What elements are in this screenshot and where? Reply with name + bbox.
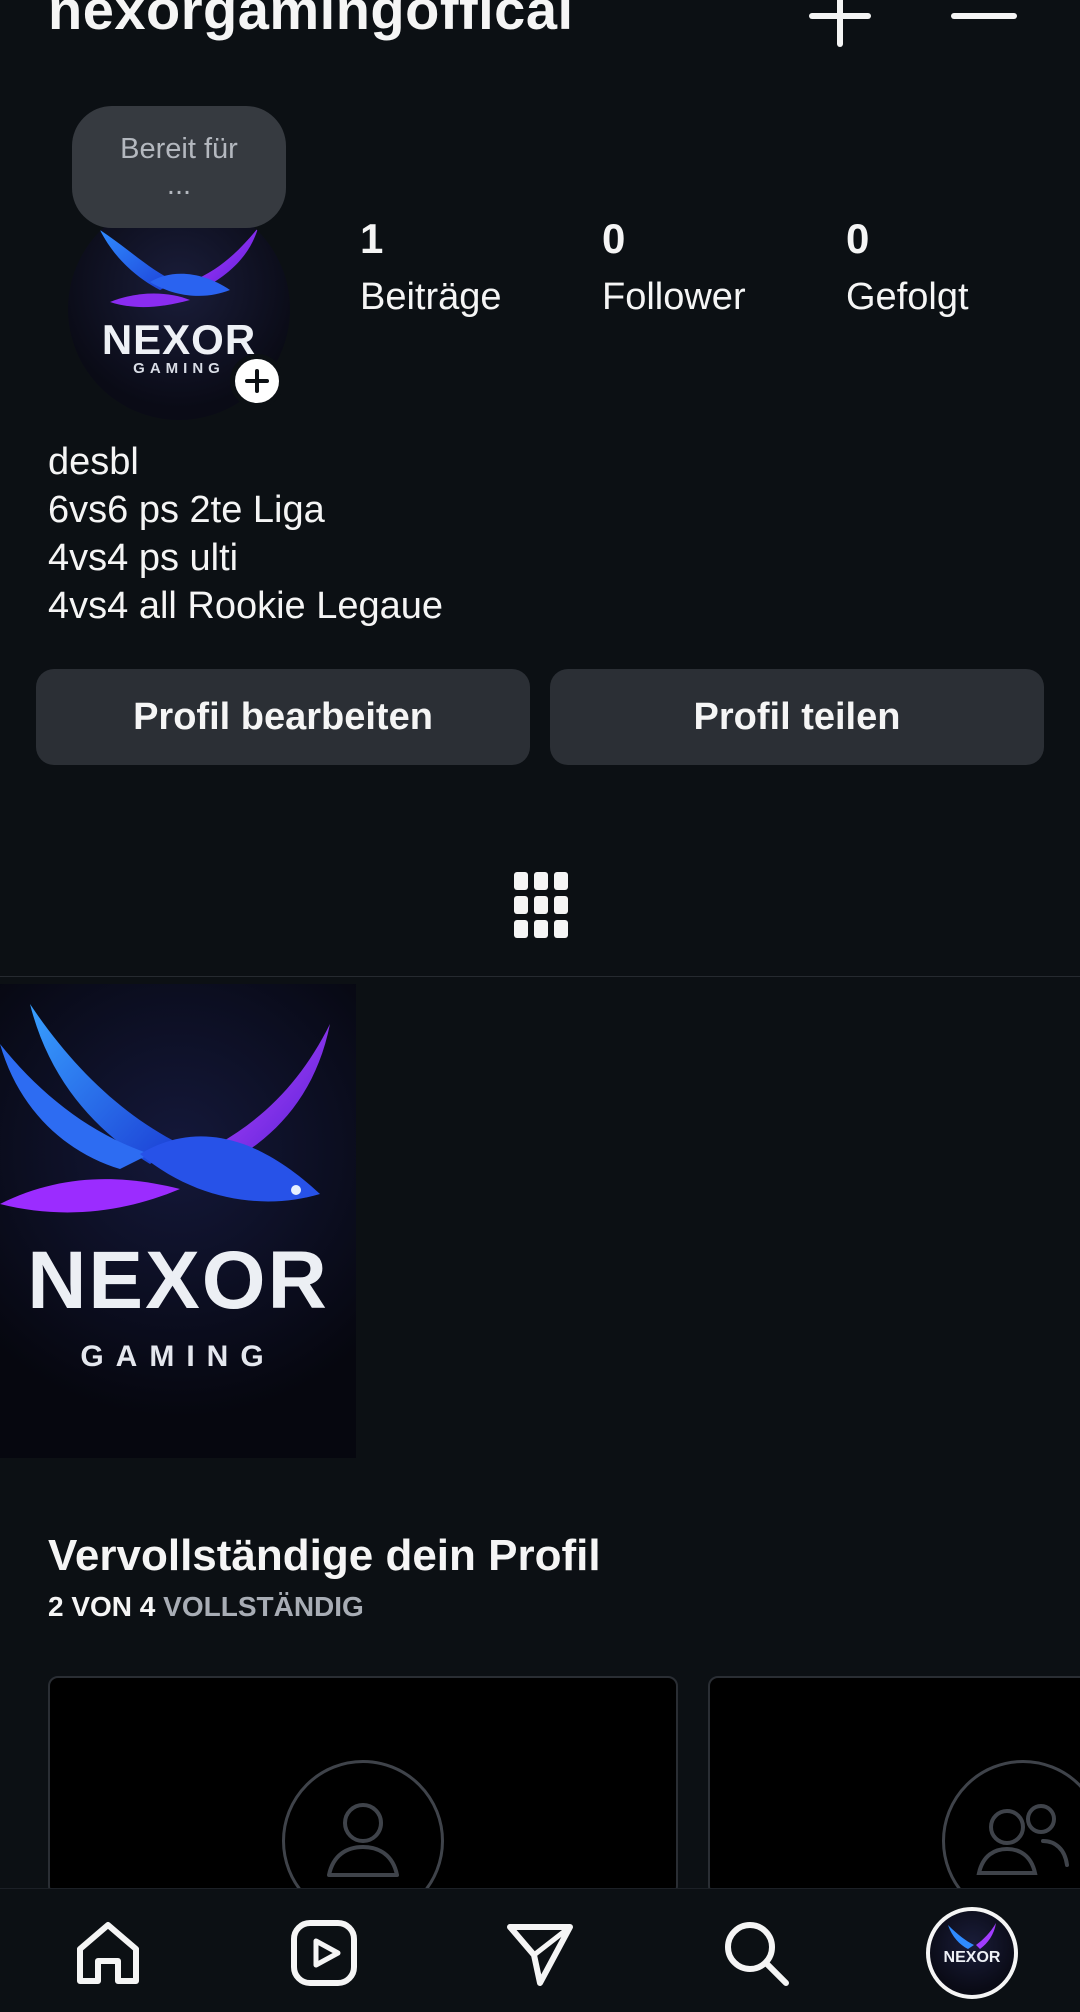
menu-icon[interactable] [948, 0, 1020, 52]
post-thumbnail[interactable]: NEXOR GAMING [0, 984, 356, 1458]
profile-bio: desbl 6vs6 ps 2te Liga 4vs4 ps ulti 4vs4… [48, 438, 443, 630]
bio-line: 6vs6 ps 2te Liga [48, 489, 325, 531]
stat-value: 0 [846, 215, 870, 262]
stat-followers[interactable]: 0 Follower [602, 214, 746, 322]
note-text: Bereit für ... [120, 133, 238, 201]
edit-profile-button[interactable]: Profil bearbeiten [36, 669, 530, 765]
bio-line: 4vs4 all Rookie Legaue [48, 585, 444, 627]
complete-profile-progress: 2 VON 4 VOLLSTÄNDIG [48, 1590, 364, 1624]
post-sub-text: GAMING [80, 1340, 276, 1373]
search-icon[interactable] [720, 1917, 792, 1989]
progress-word: VOLLSTÄNDIG [163, 1591, 364, 1622]
nav-avatar-brand: NEXOR [943, 1949, 1001, 1966]
bottom-navigation: NEXOR [0, 1888, 1080, 2012]
progress-count: 2 VON 4 [48, 1591, 156, 1622]
profile-note-bubble[interactable]: Bereit für ... [72, 106, 286, 228]
add-story-button[interactable] [230, 354, 284, 408]
plus-icon[interactable] [804, 0, 876, 52]
complete-profile-card[interactable] [708, 1676, 1080, 1896]
stat-label: Gefolgt [846, 276, 969, 318]
complete-profile-title: Vervollständige dein Profil [48, 1531, 601, 1580]
eagle-logo-icon [100, 228, 258, 308]
tab-divider [0, 976, 1080, 977]
user-icon [327, 1803, 399, 1877]
stat-label: Beiträge [360, 276, 502, 318]
stat-posts[interactable]: 1 Beiträge [360, 214, 502, 322]
users-icon-circle [942, 1760, 1080, 1894]
complete-profile-card[interactable] [48, 1676, 678, 1896]
profile-tab-avatar[interactable]: NEXOR [926, 1907, 1018, 1999]
reels-icon[interactable] [288, 1917, 360, 1989]
grid-icon[interactable] [514, 872, 568, 938]
home-icon[interactable] [72, 1917, 144, 1989]
bio-line: 4vs4 ps ulti [48, 537, 239, 579]
direct-message-icon[interactable] [504, 1917, 576, 1989]
share-profile-button[interactable]: Profil teilen [550, 669, 1044, 765]
profile-username[interactable]: nexorgamingoffical [48, 0, 574, 42]
user-icon-circle [282, 1760, 444, 1894]
eagle-logo-icon [0, 1004, 330, 1213]
stat-following[interactable]: 0 Gefolgt [846, 214, 969, 322]
bio-line: desbl [48, 441, 139, 483]
stat-value: 0 [602, 215, 626, 262]
stat-value: 1 [360, 215, 384, 262]
stat-label: Follower [602, 276, 746, 318]
post-brand-text: NEXOR [27, 1235, 329, 1326]
eagle-logo-icon [948, 1923, 996, 1949]
plus-icon [245, 369, 269, 393]
users-icon [976, 1804, 1069, 1875]
